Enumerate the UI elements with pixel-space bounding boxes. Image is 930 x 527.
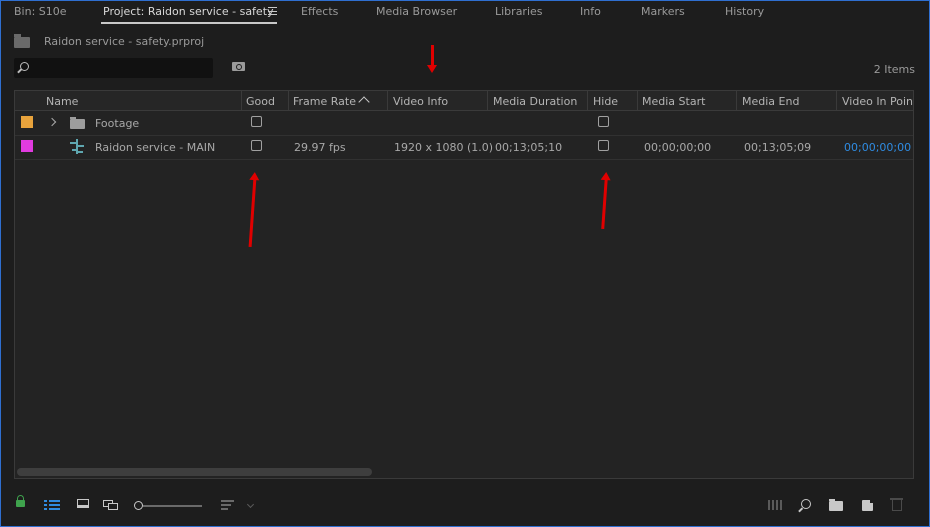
new-item-icon[interactable]	[862, 499, 874, 511]
column-header-media-end[interactable]: Media End	[742, 95, 799, 108]
tab-bin[interactable]: Bin: S10e	[14, 5, 67, 18]
trash-icon[interactable]	[890, 498, 903, 511]
search-input[interactable]	[14, 58, 213, 78]
column-header-video-info[interactable]: Video Info	[393, 95, 448, 108]
column-divider[interactable]	[288, 91, 289, 110]
tab-markers[interactable]: Markers	[641, 5, 685, 18]
hide-checkbox[interactable]	[598, 116, 609, 127]
project-file-name: Raidon service - safety.prproj	[44, 35, 205, 48]
table-header: Name Good Frame Rate Video Info Media Du…	[15, 91, 913, 111]
icon-view-icon[interactable]	[77, 499, 89, 508]
media-duration-value[interactable]: 00;13;05;10	[495, 141, 562, 154]
project-bin-icon	[14, 34, 30, 48]
column-divider[interactable]	[241, 91, 242, 110]
bottom-toolbar	[0, 494, 930, 518]
horizontal-scrollbar[interactable]	[17, 468, 372, 476]
column-divider[interactable]	[387, 91, 388, 110]
automate-to-sequence-icon[interactable]	[768, 500, 784, 510]
chevron-down-icon[interactable]	[246, 500, 255, 509]
table-row[interactable]: Footage	[15, 111, 913, 136]
panel-menu-icon[interactable]	[268, 7, 277, 15]
annotation-arrow-down	[427, 45, 436, 73]
table-row[interactable]: Raidon service - MAIN 29.97 fps 1920 x 1…	[15, 135, 913, 160]
tab-project[interactable]: Project: Raidon service - safety	[103, 5, 274, 18]
label-color-swatch[interactable]	[21, 140, 33, 152]
tab-info[interactable]: Info	[580, 5, 601, 18]
media-start-value[interactable]: 00;00;00;00	[644, 141, 711, 154]
media-end-value[interactable]: 00;13;05;09	[744, 141, 811, 154]
video-info-value: 1920 x 1080 (1.0)	[394, 141, 494, 154]
column-header-media-start[interactable]: Media Start	[642, 95, 705, 108]
sort-ascending-icon	[358, 96, 370, 108]
new-search-bin-icon[interactable]	[232, 62, 245, 71]
zoom-slider-handle[interactable]	[134, 501, 143, 510]
tab-history[interactable]: History	[725, 5, 764, 18]
good-checkbox[interactable]	[251, 140, 262, 151]
item-name: Raidon service - MAIN	[95, 141, 216, 154]
video-in-point-value[interactable]: 00;00;00;00	[844, 141, 911, 154]
column-header-frame-rate[interactable]: Frame Rate	[293, 95, 356, 108]
column-divider[interactable]	[836, 91, 837, 110]
item-name: Footage	[95, 117, 140, 130]
find-icon[interactable]	[801, 499, 811, 509]
column-header-good[interactable]: Good	[246, 95, 275, 108]
frame-rate-value: 29.97 fps	[294, 141, 346, 154]
tab-libraries[interactable]: Libraries	[495, 5, 543, 18]
project-list-view: Name Good Frame Rate Video Info Media Du…	[14, 90, 914, 479]
label-color-swatch[interactable]	[21, 116, 33, 128]
lock-icon[interactable]	[16, 495, 25, 507]
column-divider[interactable]	[736, 91, 737, 110]
hide-checkbox[interactable]	[598, 140, 609, 151]
column-divider[interactable]	[587, 91, 588, 110]
chevron-right-icon[interactable]	[47, 117, 57, 127]
item-count: 2 Items	[873, 63, 915, 76]
panel-tab-bar: Bin: S10e Project: Raidon service - safe…	[0, 0, 930, 26]
column-header-name[interactable]: Name	[46, 95, 78, 108]
column-divider[interactable]	[487, 91, 488, 110]
sort-icons-icon[interactable]	[221, 500, 234, 511]
tab-effects[interactable]: Effects	[301, 5, 338, 18]
active-tab-indicator	[101, 22, 277, 24]
column-header-media-duration[interactable]: Media Duration	[493, 95, 577, 108]
tab-media-browser[interactable]: Media Browser	[376, 5, 457, 18]
list-view-icon[interactable]	[44, 499, 60, 510]
new-bin-icon[interactable]	[829, 499, 843, 511]
column-header-video-in-point[interactable]: Video In Point	[842, 95, 913, 108]
column-header-hide[interactable]: Hide	[593, 95, 618, 108]
folder-icon	[70, 117, 85, 129]
sequence-icon	[70, 139, 84, 154]
good-checkbox[interactable]	[251, 116, 262, 127]
column-divider[interactable]	[637, 91, 638, 110]
search-icon	[20, 62, 29, 71]
zoom-slider-track[interactable]	[143, 505, 202, 507]
freeform-view-icon[interactable]	[103, 500, 121, 510]
